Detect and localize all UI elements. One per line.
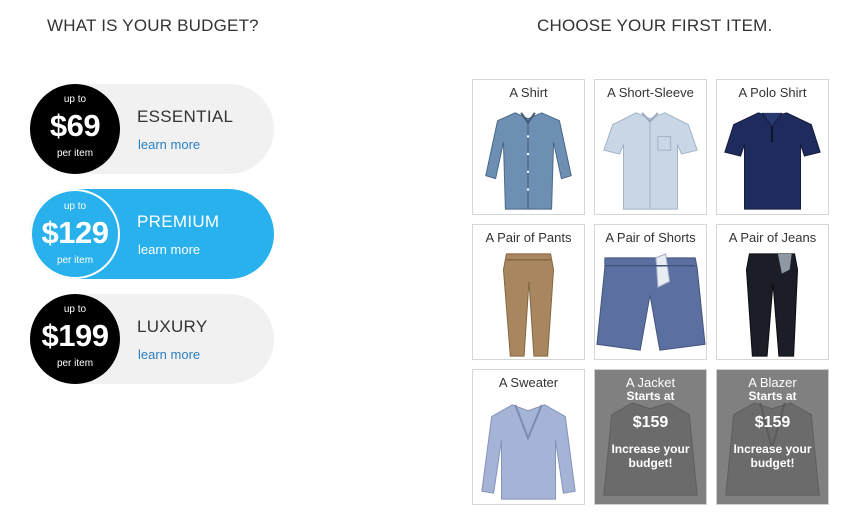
tier-luxury[interactable]: up to $199 per item LUXURY learn more (30, 294, 274, 384)
locked-overlay: Starts at $159 Increase your budget! (717, 389, 828, 470)
upto-label: up to (63, 201, 87, 212)
starting-price: $159 (754, 414, 791, 431)
tier-price: $199 (41, 318, 109, 353)
learn-more-link[interactable]: learn more (138, 347, 200, 362)
item-label: A Jacket (625, 375, 676, 390)
tier-price: $69 (49, 108, 101, 143)
tier-price: $129 (41, 215, 109, 250)
item-label: A Blazer (748, 375, 797, 390)
shorts-icon (596, 253, 706, 351)
increase-budget-note: Increase your budget! (611, 442, 690, 470)
item-label: A Pair of Pants (485, 230, 572, 245)
item-jacket[interactable]: A Jacket Starts at $159 Increase your bu… (594, 369, 707, 505)
learn-more-link[interactable]: learn more (138, 137, 200, 152)
short-sleeve-shirt-icon (603, 112, 698, 210)
sweater-icon (481, 404, 576, 500)
pants-icon (502, 253, 555, 357)
tier-premium[interactable]: up to $129 per item PREMIUM learn more (30, 189, 274, 279)
item-label: A Polo Shirt (738, 85, 807, 100)
per-item-label: per item (56, 358, 94, 369)
item-shorts[interactable]: A Pair of Shorts (594, 224, 707, 360)
item-short-sleeve[interactable]: A Short-Sleeve (594, 79, 707, 215)
first-item-heading: CHOOSE YOUR FIRST ITEM. (537, 16, 773, 35)
item-polo-shirt[interactable]: A Polo Shirt (716, 79, 829, 215)
shirt-icon (485, 112, 572, 210)
polo-shirt-icon (724, 112, 821, 210)
tier-essential[interactable]: up to $69 per item ESSENTIAL learn more (30, 84, 274, 174)
tier-name: LUXURY (137, 317, 208, 336)
tier-name: PREMIUM (137, 212, 220, 231)
price-badge: up to $69 per item (30, 84, 120, 174)
learn-more-link[interactable]: learn more (138, 242, 200, 257)
starting-price: $159 (632, 414, 669, 431)
per-item-label: per item (56, 148, 94, 159)
item-pants[interactable]: A Pair of Pants (472, 224, 585, 360)
item-sweater[interactable]: A Sweater (472, 369, 585, 505)
item-label: A Pair of Jeans (728, 230, 817, 245)
price-badge: up to $129 per item (30, 189, 120, 279)
price-badge: up to $199 per item (30, 294, 120, 384)
item-blazer[interactable]: A Blazer Starts at $159 Increase your bu… (716, 369, 829, 505)
per-item-label: per item (56, 255, 94, 266)
jeans-icon (745, 253, 799, 357)
upto-label: up to (63, 94, 87, 105)
locked-overlay: Starts at $159 Increase your budget! (595, 389, 706, 470)
increase-budget-note: Increase your budget! (733, 442, 812, 470)
item-shirt[interactable]: A Shirt (472, 79, 585, 215)
item-label: A Pair of Shorts (605, 230, 696, 245)
upto-label: up to (63, 304, 87, 315)
starts-at-label: Starts at (748, 389, 797, 403)
budget-heading: WHAT IS YOUR BUDGET? (47, 16, 259, 35)
item-label: A Shirt (509, 85, 548, 100)
item-label: A Sweater (498, 375, 559, 390)
starts-at-label: Starts at (626, 389, 675, 403)
item-jeans[interactable]: A Pair of Jeans (716, 224, 829, 360)
tier-name: ESSENTIAL (137, 107, 234, 126)
item-label: A Short-Sleeve (607, 85, 694, 100)
